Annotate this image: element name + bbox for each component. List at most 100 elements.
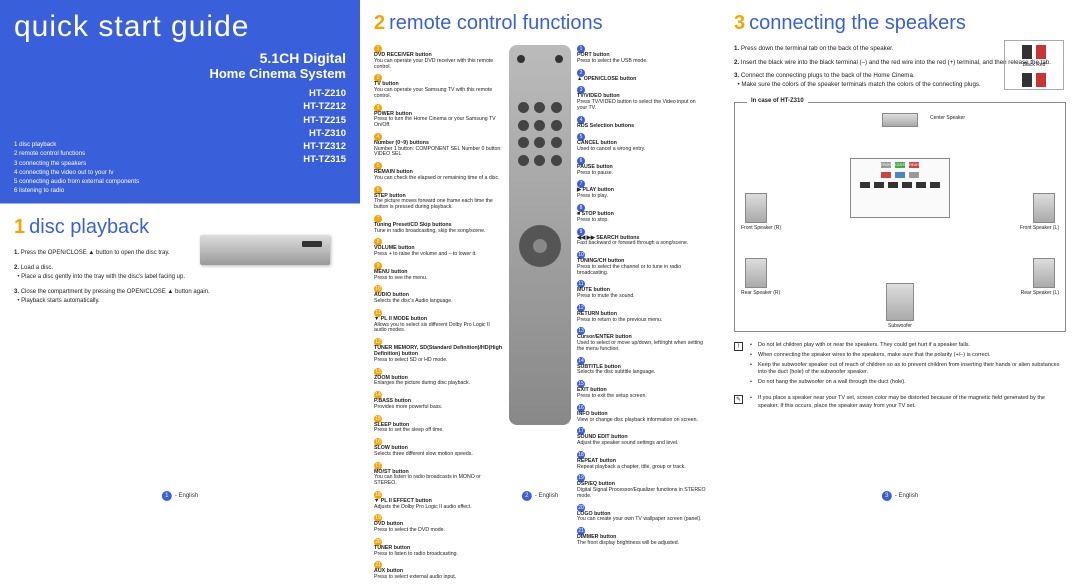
sstep3-sub: Make sure the colors of the speaker term… [741,81,980,88]
callout-item: 2 ▲ OPEN/CLOSE button [577,69,706,83]
callout-item: 15 SLEEP buttonPress to set the sleep of… [374,415,503,435]
terminal-red-icon [1036,45,1046,59]
info-icon: ✎ [734,395,743,404]
callout-item: 8 ■ STOP buttonPress to stop. [577,204,706,224]
callout-item: 21 AUX buttonPress to select external au… [374,561,503,581]
page3-footer: 3- English [882,491,918,501]
product-line1: 5.1CH Digital [14,50,346,66]
callout-item: 11 ▼ PL II MODE buttonAllows you to sele… [374,309,503,334]
callout-item: 1 DVD RECEIVER buttonYou can operate you… [374,45,503,70]
page3-lang: - English [895,493,918,499]
remote-eject-btn [555,55,563,63]
callout-item: 4 RDS Selection buttons [577,116,706,130]
callout-item: 3 TV/VIDEO buttonPress TV/VIDEO button t… [577,86,706,111]
page1-num: 1 [162,491,172,501]
speaker-rear-l [1033,258,1055,288]
callout-item: 1 PORT buttonPress to select the USB mod… [577,45,706,65]
page-1: quick start guide 5.1CH Digital Home Cin… [0,0,360,509]
page2-footer: 2- English [522,491,558,501]
step2-num: 2. [14,265,19,271]
label-sub: Subwoofer [888,323,912,329]
model-1: HT-TZ212 [14,100,346,113]
sstep1-n: 1. [734,45,739,52]
label-center: Center Speaker [930,115,965,121]
toc-3: 3 connecting the speakers [14,159,139,168]
step-3: 3. Close the compartment by pressing the… [14,288,346,306]
model-2: HT-TZ215 [14,114,346,127]
receiver-back: FRONTCENTERREAR [850,158,950,218]
sstep3-t: Connect the connecting plugs to the back… [741,72,915,79]
callout-item: 9 ◀◀ ▶▶ SEARCH buttonsFast backward or f… [577,228,706,248]
warn-1: Do not let children play with or near th… [750,342,1066,349]
callout-item: 5 REMAIN buttonYou can check the elapsed… [374,162,503,182]
terminal-black-icon2 [1022,73,1032,87]
step1-text: Press the OPEN/CLOSE ▲ button to open th… [21,250,170,256]
callout-item: 12 TUNER MEMORY, SD(Standard Definition)… [374,338,503,363]
terminal-black-icon [1022,45,1032,59]
page-3: 3connecting the speakers 1. Press down t… [720,0,1080,509]
callout-item: 3 POWER buttonPress to turn the Home Cin… [374,104,503,129]
callout-item: 9 MENU buttonPress to see the menu. [374,262,503,282]
model-3: HT-Z310 [14,127,346,140]
section2-title: 2remote control functions [374,12,706,35]
callout-item: 6 STEP buttonThe picture moves forward o… [374,186,503,211]
toc-2: 2 remote control functions [14,149,139,158]
callout-item: 2 TV buttonYou can operate your Samsung … [374,74,503,99]
step3-num: 3. [14,289,19,295]
callout-item: 7 Tuning Preset/CD Skip buttonsTune in r… [374,215,503,235]
warning-notes: ! Do not let children play with or near … [734,342,1066,413]
callouts-right: 1 PORT buttonPress to select the USB mod… [577,45,706,585]
callout-item: 15 EXIT buttonPress to exit the setup sc… [577,380,706,400]
section3-text: connecting the speakers [749,12,966,34]
toc-1: 1 disc playback [14,140,139,149]
warn-3: Keep the subwoofer speaker out of reach … [750,362,1066,376]
callout-item: 13 ZOOM buttonEnlarges the picture durin… [374,368,503,388]
player-illustration [200,235,330,265]
product-line2: Home Cinema System [14,66,346,81]
remote-numpad [509,100,571,170]
speaker-center [882,113,918,127]
remote-dpad [519,225,561,267]
terminal-red-label: Red [1036,62,1045,68]
terminal-black-label: Black [1023,62,1035,68]
callout-item: 8 VOLUME buttonPress + to raise the volu… [374,238,503,258]
callout-item: 16 SLOW buttonSelects three different sl… [374,438,503,458]
callout-item: 12 RETURN buttonPress to return to the p… [577,304,706,324]
step2-sub: Place a disc gently into the tray with t… [21,274,185,280]
step3-text: Close the compartment by pressing the OP… [21,289,210,295]
callout-item: 10 AUDIO buttonSelects the disc's Audio … [374,285,503,305]
callout-item: 18 REPEAT buttonRepeat playback a chapte… [577,451,706,471]
remote-power-btn [517,55,525,63]
section3-num: 3 [734,12,745,34]
cover-bluezone: quick start guide 5.1CH Digital Home Cin… [14,12,346,192]
speaker-rear-r [745,258,767,288]
info-note: If you place a speaker near your TV set,… [750,395,1066,409]
callouts-left: 1 DVD RECEIVER buttonYou can operate you… [374,45,503,585]
callout-item: 17 MO/ST buttonYou can listen to radio b… [374,462,503,487]
step3-sub: Playback starts automatically. [21,298,100,304]
callout-item: 20 TUNER buttonPress to listen to radio … [374,538,503,558]
section2-text: remote control functions [389,12,602,34]
toc-5: 5 connecting audio from external compone… [14,177,139,186]
page2-lang: - English [535,493,558,499]
table-of-contents: 1 disc playback 2 remote control functio… [14,140,139,196]
remote-layout: 1 DVD RECEIVER buttonYou can operate you… [374,45,706,585]
toc-4: 4 connecting the video out to your tv [14,168,139,177]
remote-illustration [509,45,571,425]
section2-num: 2 [374,12,385,34]
speaker-diagram: In case of HT-Z310 Center Speaker FRONTC… [734,102,1066,332]
warn-2: When connecting the speaker wires to the… [750,352,1066,359]
callout-item: 19 DVD buttonPress to select the DVD mod… [374,514,503,534]
guide-title: quick start guide [14,12,346,42]
warn-icon: ! [734,342,743,351]
sstep2-n: 2. [734,59,739,66]
page1-footer: 1- English [162,491,198,501]
callout-item: 18 ▼ PL II EFFECT buttonAdjusts the Dolb… [374,491,503,511]
section-disc-playback: 1disc playback 1. Press the OPEN/CLOSE ▲… [14,192,346,306]
callout-item: 13 Cursor/ENTER buttonUsed to select or … [577,327,706,352]
label-fr: Front Speaker (R) [741,225,781,231]
speaker-front-l [1033,193,1055,223]
page1-lang: - English [175,493,198,499]
callout-item: 7 ▶ PLAY buttonPress to play. [577,180,706,200]
page2-num: 2 [522,491,532,501]
